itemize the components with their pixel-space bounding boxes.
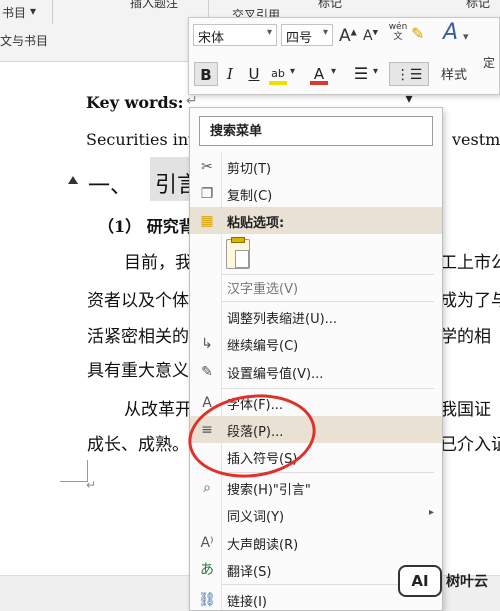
styles-button[interactable]: 样式: [441, 64, 467, 83]
ribbon-bibliography-label: 文与书目: [0, 34, 49, 48]
keywords-label: Key words:: [86, 93, 184, 112]
underline-button[interactable]: U: [242, 62, 266, 86]
paste-icon: ▦: [200, 213, 214, 229]
translate-icon: あ: [200, 562, 214, 578]
ribbon-mark-citation[interactable]: 标记: [466, 0, 490, 11]
font-color-swatch: [310, 81, 328, 85]
menu-item-synonyms[interactable]: 同义词(Y) ▸: [190, 501, 442, 528]
copy-icon: ❐: [200, 186, 214, 202]
link-icon: ⛓: [198, 592, 216, 608]
watermark-text: 树叶云: [446, 574, 488, 590]
chevron-down-icon[interactable]: ▾: [290, 66, 295, 77]
body-text-line: 从改革开: [124, 400, 192, 420]
menu-header-paste-options: ▦ 粘贴选项:: [190, 207, 442, 234]
body-text-tail: 我国证: [440, 400, 491, 420]
ribbon-dropdown-marker[interactable]: ▾: [30, 4, 36, 18]
paragraph-mark: ↵: [86, 478, 97, 492]
toolbar-overflow-label[interactable]: 定: [483, 54, 495, 71]
body-text-tail: 学的相: [440, 327, 491, 347]
chevron-down-icon[interactable]: ▾: [463, 30, 469, 43]
watermark: AI 树叶云: [398, 563, 498, 599]
body-text-tail: 已介入证: [440, 435, 500, 455]
abstract-text-tail: vestme: [452, 130, 500, 149]
menu-item-adjust-list-indent[interactable]: 调整列表缩进(U)...: [190, 303, 442, 330]
context-menu: ✂ 剪切(T) ❐ 复制(C) ▦ 粘贴选项: 汉字重选(V) 调整列表缩进(U…: [189, 107, 443, 611]
menu-search-input[interactable]: [200, 117, 432, 145]
menu-item-copy[interactable]: ❐ 复制(C): [190, 180, 442, 207]
font-color-button[interactable]: A: [307, 62, 331, 86]
highlight-color-swatch: [269, 81, 287, 85]
scissors-icon: ✂: [201, 159, 213, 175]
subheading-text: （1） 研究背: [98, 217, 195, 236]
clipboard-page-icon: [235, 250, 249, 268]
read-aloud-icon: A⁾: [200, 535, 214, 551]
ribbon-insert-caption[interactable]: 插入题注: [130, 0, 178, 11]
menu-separator: [222, 301, 434, 302]
body-text-line: 目前，我: [124, 253, 192, 273]
body-text-tail: 工上市公: [440, 253, 500, 273]
format-painter-icon[interactable]: ✎: [411, 24, 424, 43]
menu-item-reconvert[interactable]: 汉字重选(V): [190, 273, 442, 300]
font-size-value: 四号: [286, 31, 313, 46]
font-name-value: 宋体: [198, 31, 225, 46]
menu-item-cut[interactable]: ✂ 剪切(T): [190, 153, 442, 180]
italic-button[interactable]: I: [218, 62, 242, 86]
bold-button[interactable]: B: [194, 62, 218, 86]
heading-number: 一、: [88, 174, 133, 199]
collapse-heading-icon[interactable]: [68, 176, 78, 184]
highlight-color-button[interactable]: ab: [266, 62, 290, 86]
menu-item-set-numbering-value[interactable]: ✎ 设置编号值(V)...: [190, 358, 442, 385]
paste-keep-text-icon[interactable]: [226, 237, 250, 269]
set-number-icon: ✎: [201, 364, 213, 380]
continue-numbering-icon: ↳: [201, 336, 213, 352]
menu-search-box[interactable]: [199, 116, 433, 146]
submenu-arrow-icon: ▸: [428, 507, 434, 518]
menu-item-read-aloud[interactable]: A⁾ 大声朗读(R): [190, 529, 442, 556]
body-text-line: 活紧密相关的: [87, 327, 189, 347]
chevron-down-icon[interactable]: ▾: [373, 66, 378, 77]
clipboard-clip-icon: [231, 237, 245, 243]
font-size-dropdown[interactable]: 四号 ▾: [281, 24, 333, 46]
body-text-line: 资者以及个体: [87, 291, 189, 311]
abstract-text: Securities inv: [86, 130, 198, 149]
ribbon-separator: [52, 0, 53, 24]
mini-toolbar: 宋体 ▾ 四号 ▾ A▲ A▼ wén 文 ✎ A ▾ B I U ab ▾ A…: [188, 17, 500, 107]
menu-item-continue-numbering[interactable]: ↳ 继续编号(C): [190, 330, 442, 357]
phonetic-guide-button[interactable]: wén 文: [387, 22, 409, 42]
menu-item-search[interactable]: ⌕ 搜索(H)"引言": [190, 474, 442, 501]
chevron-down-icon: ▾: [322, 27, 328, 38]
watermark-logo: AI: [398, 565, 442, 597]
body-text-line: 成长、成熟。: [87, 435, 189, 455]
font-name-dropdown[interactable]: 宋体 ▾: [193, 24, 277, 46]
body-text-tail: 成为了与: [440, 291, 500, 311]
search-icon: ⌕: [203, 480, 211, 496]
chevron-down-icon[interactable]: ▾: [331, 66, 336, 77]
page-crop-mark: [60, 460, 88, 482]
ribbon-bibliography[interactable]: 书目: [2, 4, 26, 21]
ribbon-mark-entry[interactable]: 标记: [318, 0, 342, 11]
bullets-icon[interactable]: ☰: [349, 62, 373, 86]
shrink-font-button[interactable]: A▼: [363, 28, 378, 44]
chevron-down-icon: ▾: [266, 27, 272, 38]
grow-font-button[interactable]: A▲: [339, 26, 357, 46]
numbering-icon[interactable]: ⋮☰ ▾: [389, 62, 429, 107]
body-text-line: 具有重大意义: [87, 361, 189, 381]
styles-pane-icon[interactable]: A: [443, 20, 458, 45]
